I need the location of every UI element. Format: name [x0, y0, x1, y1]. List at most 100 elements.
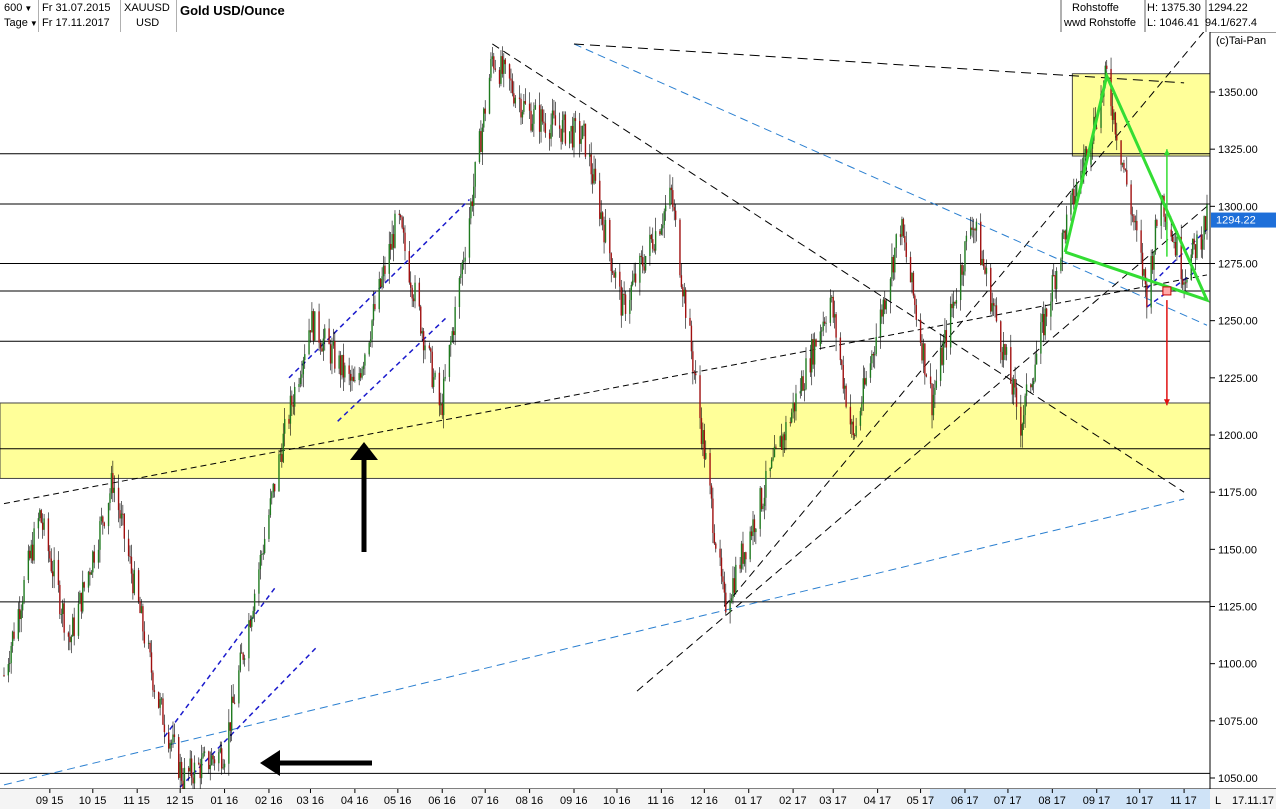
- x-tick-label: 09 16: [560, 795, 588, 807]
- candle-body: [1136, 220, 1138, 231]
- candle-body: [563, 114, 565, 121]
- candle-body: [289, 395, 292, 424]
- candle-body: [925, 374, 927, 377]
- candle-body: [1114, 112, 1117, 135]
- date-from-field[interactable]: Fr 31.07.2015: [42, 1, 111, 16]
- candle-body: [263, 538, 266, 554]
- candle-body: [729, 602, 731, 613]
- candle-body: [594, 168, 597, 181]
- candle-body: [422, 331, 425, 351]
- y-tick-label: 1125.00: [1218, 602, 1257, 614]
- candle-body: [100, 516, 103, 522]
- candle-body: [852, 421, 854, 435]
- candle-body: [220, 748, 223, 769]
- candle-body: [589, 154, 591, 157]
- candle-body: [1153, 251, 1155, 270]
- candle-body: [941, 347, 943, 365]
- candle-body: [292, 405, 294, 407]
- candle-body: [580, 138, 582, 144]
- candle-body: [944, 330, 946, 343]
- candle-body: [332, 341, 335, 346]
- interval-dropdown[interactable]: 600 ▼: [4, 1, 32, 16]
- candle-body: [855, 425, 857, 436]
- candle-body: [77, 603, 80, 636]
- candle-body: [1131, 214, 1134, 216]
- candle-body: [503, 59, 505, 74]
- candle-body: [1196, 234, 1198, 259]
- candle-body: [202, 753, 204, 758]
- candle-body: [663, 211, 665, 226]
- candle-body: [461, 262, 463, 275]
- candle-body: [328, 328, 330, 345]
- candle-body: [692, 351, 694, 372]
- candle-body: [112, 473, 114, 493]
- candle-body: [685, 289, 687, 318]
- candle-body: [1164, 216, 1167, 222]
- date-to-field[interactable]: Fr 17.11.2017: [42, 16, 110, 31]
- candle-body: [540, 109, 542, 132]
- candle-body: [21, 601, 24, 611]
- candle-body: [964, 241, 966, 272]
- candle-body: [218, 752, 220, 764]
- candle-body: [892, 256, 895, 273]
- candle-body: [378, 278, 380, 310]
- candle-body: [200, 757, 203, 779]
- price-chart[interactable]: 1050.00 1075.00 1100.00 1125.00 1150.00 1175.…: [0, 32, 1276, 809]
- candle-body: [682, 287, 684, 297]
- candle-body: [879, 309, 882, 337]
- candle-body: [143, 631, 146, 644]
- candle-body: [1043, 313, 1045, 336]
- candle-body: [722, 576, 724, 582]
- candle-body: [452, 331, 455, 336]
- candle-body: [243, 658, 246, 660]
- candle-body: [789, 422, 791, 424]
- candle-body: [550, 124, 552, 139]
- candle-body: [994, 305, 996, 307]
- candle-body: [133, 570, 136, 594]
- candle-body: [725, 592, 727, 613]
- candle-body: [1170, 229, 1172, 237]
- candle-body: [352, 376, 355, 382]
- candle-body: [633, 273, 635, 281]
- candle-body: [309, 330, 312, 333]
- candle-body: [882, 299, 885, 317]
- symbol-label[interactable]: XAUUSD: [124, 1, 170, 16]
- candle-body: [418, 282, 421, 307]
- candle-body: [673, 207, 675, 211]
- candle-body: [985, 267, 988, 274]
- copyright-label: (c)Tai-Pan: [1216, 35, 1266, 47]
- candle-body: [1041, 313, 1044, 323]
- candle-body: [564, 114, 567, 144]
- candle-body: [1203, 216, 1205, 240]
- candle-body: [302, 360, 305, 375]
- candle-body: [720, 557, 723, 577]
- candle-body: [349, 373, 352, 381]
- candle-body: [974, 228, 976, 231]
- candle-body: [102, 516, 104, 523]
- group-label: Rohstoffe: [1072, 2, 1119, 14]
- candle-body: [1200, 234, 1202, 250]
- candle-body: [464, 257, 466, 262]
- candle-body: [498, 69, 501, 84]
- candle-body: [1045, 308, 1048, 317]
- candle-body: [3, 675, 5, 677]
- candle-body: [70, 636, 73, 643]
- candle-body: [521, 111, 524, 118]
- candle-body: [92, 551, 94, 573]
- candle-body: [142, 606, 144, 632]
- candle-body: [421, 331, 423, 334]
- candle-body: [67, 632, 70, 637]
- candle-body: [799, 391, 801, 394]
- last-price-tag: 1294.22: [1211, 212, 1276, 228]
- candle-body: [359, 373, 362, 378]
- interval-unit-dropdown[interactable]: Tage ▼: [4, 16, 38, 31]
- x-tick-label: 04 17: [864, 795, 892, 807]
- candle-body: [249, 620, 252, 627]
- candle-body: [130, 556, 133, 574]
- candle-body: [922, 343, 925, 361]
- candle-body: [463, 261, 465, 263]
- candle-body: [670, 187, 673, 191]
- candle-body: [253, 593, 256, 611]
- candle-body: [1033, 380, 1035, 385]
- candle-body: [654, 231, 657, 251]
